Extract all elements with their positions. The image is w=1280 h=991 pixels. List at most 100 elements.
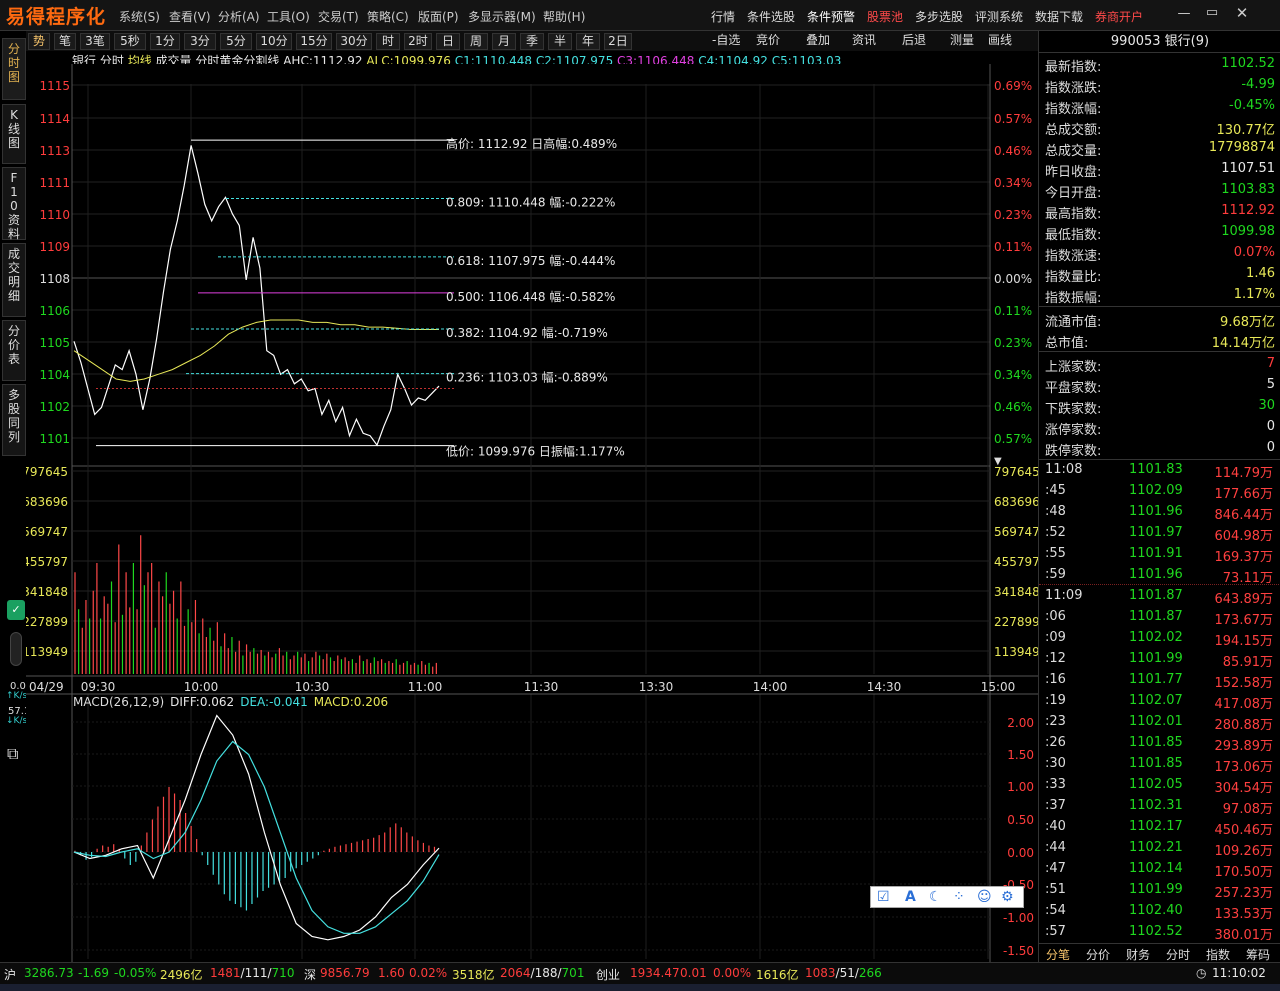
period-6[interactable]: 5分	[220, 33, 252, 50]
period-16[interactable]: 半	[548, 33, 572, 50]
menu-item-8[interactable]: 帮助(H)	[543, 8, 585, 25]
shield-icon[interactable]: ✓	[7, 600, 25, 620]
side-tab-0[interactable]: 分时图	[2, 38, 26, 100]
side-tab-5[interactable]: 多股同列	[2, 384, 26, 456]
panel-tab-1[interactable]: 分价	[1086, 946, 1110, 963]
tool-4[interactable]: 后退	[902, 33, 926, 50]
tool-2[interactable]: 叠加	[806, 33, 830, 50]
vol-tick-label: 341848	[26, 585, 68, 599]
period-14[interactable]: 月	[492, 33, 516, 50]
side-tab-3[interactable]: 成交明细	[2, 243, 26, 317]
tick-row: :54 1102.40 133.53万	[1039, 900, 1279, 922]
tick-row: :47 1102.14 170.50万	[1039, 858, 1279, 880]
tick-row: :44 1102.21 109.26万	[1039, 837, 1279, 859]
period-11[interactable]: 2时	[404, 33, 432, 50]
right-menu-item-4[interactable]: 多步选股	[915, 8, 963, 25]
macd-tick-label: -1.50	[1003, 944, 1034, 958]
restore-icon[interactable]: ▭	[1200, 5, 1224, 23]
panel-tab-4[interactable]: 指数	[1206, 946, 1230, 963]
tick-price: 1102.17	[1129, 819, 1183, 834]
period-13[interactable]: 周	[464, 33, 488, 50]
period-7[interactable]: 10分	[256, 33, 292, 50]
macd-field: MACD(26,12,9)	[73, 695, 164, 709]
quote-row: 指数振幅: 1.17%	[1045, 284, 1275, 306]
cy-change: 0.01	[680, 966, 707, 980]
period-10[interactable]: 时	[376, 33, 400, 50]
right-menu-item-2[interactable]: 条件预警	[807, 8, 855, 25]
tool-5[interactable]: 测量	[950, 33, 974, 50]
user-icon[interactable]: ☺	[977, 889, 992, 905]
font-icon[interactable]: A	[905, 889, 916, 905]
period-2[interactable]: 3笔	[80, 33, 110, 50]
tick-time: :55	[1045, 546, 1066, 561]
right-menu-item-0[interactable]: 行情	[711, 8, 735, 25]
tool-6[interactable]: 画线	[988, 33, 1012, 50]
menu-item-6[interactable]: 版面(P)	[418, 8, 459, 25]
tool-0[interactable]: -自选	[712, 33, 740, 50]
sz-name: 深	[304, 968, 317, 982]
clock-time: 11:10:02	[1212, 966, 1266, 980]
side-tab-2[interactable]: F10资料	[2, 167, 26, 241]
intraday-chart[interactable]: 1115 1114 1113 1111 1110 1109 1108 1106 1105 1104…	[26, 64, 1038, 962]
golden-label: 0.618: 1107.975 幅:-0.444%	[446, 253, 615, 268]
period-17[interactable]: 年	[576, 33, 600, 50]
period-0[interactable]: 势	[28, 33, 50, 50]
tick-time: :23	[1045, 714, 1066, 729]
collapse-icon[interactable]: ▼	[994, 456, 1002, 467]
tick-volume: 304.54万	[1214, 781, 1274, 796]
divider	[1039, 351, 1280, 352]
pct-tick-label: 0.23%	[994, 336, 1032, 350]
period-8[interactable]: 15分	[296, 33, 332, 50]
tool-1[interactable]: 竞价	[756, 33, 780, 50]
panel-tab-5[interactable]: 筹码	[1246, 946, 1270, 963]
period-15[interactable]: 季	[520, 33, 544, 50]
quote-value: 1112.92	[1221, 203, 1275, 218]
gear-icon[interactable]: ⚙	[1001, 889, 1014, 905]
period-9[interactable]: 30分	[336, 33, 372, 50]
tick-time: :45	[1045, 483, 1066, 498]
period-12[interactable]: 日	[436, 33, 460, 50]
vol-tick-label: 227899	[26, 615, 68, 629]
moon-icon[interactable]: ☾	[929, 889, 942, 905]
period-4[interactable]: 1分	[150, 33, 180, 50]
sh-down: 710	[271, 966, 295, 980]
sz-updown: 2064/188/701	[500, 966, 584, 980]
quote-label: 指数涨速:	[1045, 249, 1102, 264]
menu-item-0[interactable]: 系统(S)	[119, 8, 160, 25]
down-arrow-icon: ↓	[6, 716, 14, 726]
tool-3[interactable]: 资讯	[852, 33, 876, 50]
sz-up: 2064	[500, 966, 531, 980]
right-menu-item-6[interactable]: 数据下载	[1035, 8, 1083, 25]
menu-item-5[interactable]: 策略(C)	[367, 8, 409, 25]
menu-item-7[interactable]: 多显示器(M)	[468, 8, 536, 25]
menu-item-2[interactable]: 分析(A)	[218, 8, 260, 25]
period-18[interactable]: 2日	[604, 33, 632, 50]
edit-icon[interactable]: ☑	[877, 889, 890, 905]
panel-tab-0[interactable]: 分笔	[1046, 946, 1070, 963]
menu-item-1[interactable]: 查看(V)	[169, 8, 211, 25]
tick-row: :23 1102.01 280.88万	[1039, 711, 1279, 733]
right-menu-item-5[interactable]: 评测系统	[975, 8, 1023, 25]
minimize-icon[interactable]: —	[1172, 6, 1196, 24]
menu-item-4[interactable]: 交易(T)	[318, 8, 359, 25]
right-menu-item-7[interactable]: 券商开户	[1095, 8, 1143, 25]
close-icon[interactable]: ✕	[1230, 4, 1254, 22]
period-3[interactable]: 5秒	[114, 33, 146, 50]
screenshot-icon[interactable]: ⧉	[7, 744, 18, 764]
tick-volume: 257.23万	[1214, 886, 1274, 901]
side-tab-4[interactable]: 分价表	[2, 320, 26, 381]
scroll-handle[interactable]	[10, 632, 22, 666]
quote-panel: 990053 银行(9) 最新指数: 1102.52 指数涨跌: -4.99 指数涨幅:…	[1038, 31, 1280, 962]
cy-index: 1934.47	[630, 966, 680, 980]
panel-tab-3[interactable]: 分时	[1166, 946, 1190, 963]
panel-tab-2[interactable]: 财务	[1126, 946, 1150, 963]
dots-icon[interactable]: ⁘	[953, 889, 965, 905]
period-5[interactable]: 3分	[184, 33, 216, 50]
menu-item-3[interactable]: 工具(O)	[267, 8, 310, 25]
right-menu-item-1[interactable]: 条件选股	[747, 8, 795, 25]
tick-time: :44	[1045, 840, 1066, 855]
right-menu-item-3[interactable]: 股票池	[867, 8, 903, 25]
time-tick-label: 14:30	[867, 680, 902, 694]
period-1[interactable]: 笔	[54, 33, 76, 50]
side-tab-1[interactable]: K线图	[2, 104, 26, 164]
